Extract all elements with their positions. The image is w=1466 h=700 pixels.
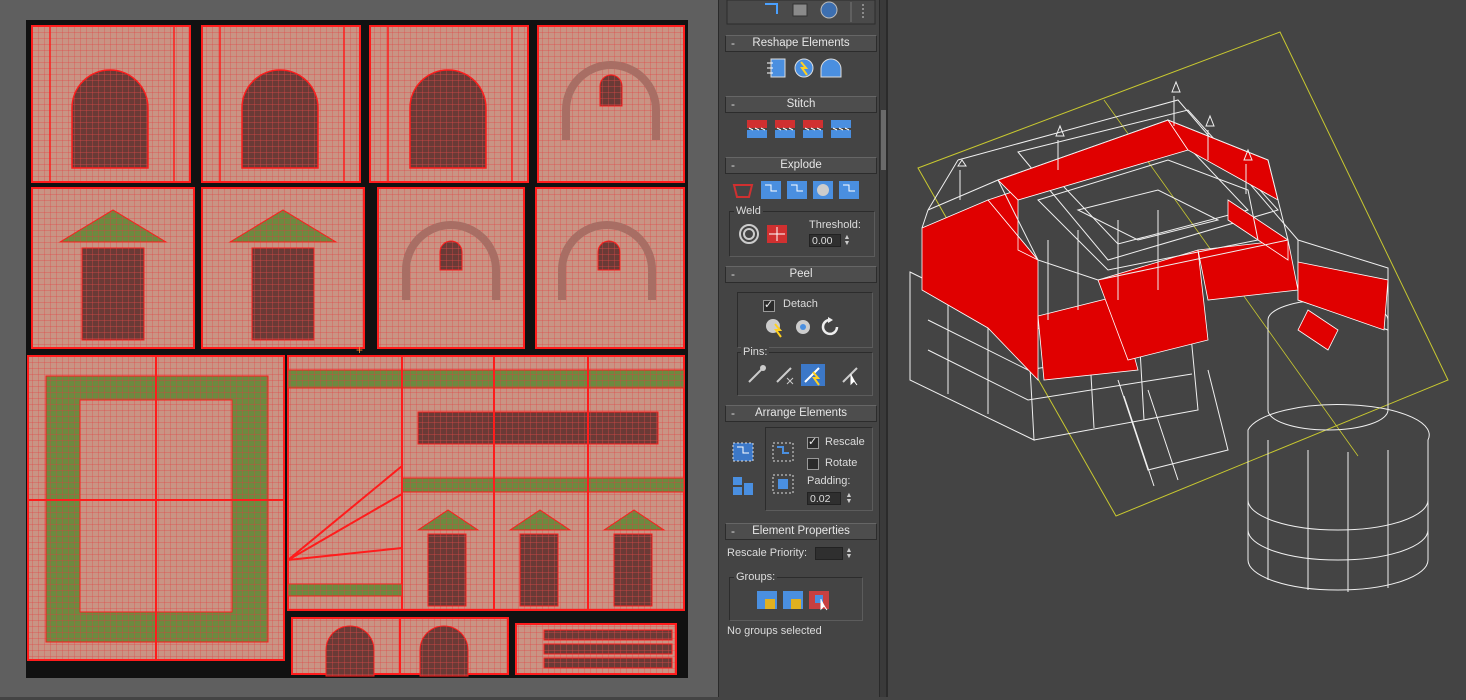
break-icon[interactable] xyxy=(731,179,755,201)
explode-flatten-icon[interactable] xyxy=(837,179,861,201)
reshape-straighten-icon[interactable] xyxy=(765,57,789,79)
pack-together-icon[interactable] xyxy=(731,475,755,497)
rollout-header-element-properties[interactable]: - Element Properties xyxy=(725,523,877,540)
rescale-checkbox[interactable] xyxy=(807,435,819,449)
stitch-average-icon[interactable] xyxy=(773,118,797,140)
rollout-title: Explode xyxy=(780,159,822,171)
rescale-priority-spinner[interactable] xyxy=(815,547,843,560)
stitch-to-source-icon[interactable] xyxy=(745,118,769,140)
pack-normalize-icon[interactable] xyxy=(731,441,755,463)
threshold-spinner-arrows[interactable]: ▲ ▼ xyxy=(843,234,851,248)
uv-tile-window-1[interactable] xyxy=(537,25,685,183)
rollout-header-explode[interactable]: - Explode xyxy=(725,157,877,174)
auto-pin-icon[interactable] xyxy=(801,364,825,386)
rescale-priority-spinner-arrows[interactable]: ▲ ▼ xyxy=(845,547,853,561)
building-wireframe[interactable] xyxy=(888,0,1466,697)
reset-peel-icon[interactable] xyxy=(819,316,843,338)
uv-tile-window-2[interactable] xyxy=(377,187,525,349)
rollout-title: Stitch xyxy=(786,98,816,110)
padding-spinner[interactable]: 0.02 xyxy=(807,492,841,505)
uv-editor-border xyxy=(688,20,718,678)
pack-custom-icon[interactable] xyxy=(771,441,795,463)
uv-tile-floor[interactable] xyxy=(27,355,285,661)
peel-mode-icon[interactable] xyxy=(791,316,815,338)
groups-status-text: No groups selected xyxy=(727,625,822,637)
rollout-peel: -Peel Detach Pins: xyxy=(725,266,877,396)
rollout-arrange: -Arrange Elements Rescale Rotate Padding… xyxy=(725,405,877,511)
rollout-title: Arrange Elements xyxy=(754,407,848,419)
pins-label: Pins: xyxy=(741,346,770,358)
rollout-header-stitch[interactable]: - Stitch xyxy=(725,96,877,113)
weld-selected-icon[interactable] xyxy=(737,223,761,245)
reshape-relax-icon[interactable] xyxy=(792,57,816,79)
weld-label: Weld xyxy=(734,205,763,217)
select-pins-icon[interactable] xyxy=(839,364,863,386)
top-toolbar-icons[interactable] xyxy=(725,0,877,26)
uv-tile-railing-strip[interactable] xyxy=(515,623,677,675)
weld-target-icon[interactable] xyxy=(765,223,789,245)
pin-icon[interactable] xyxy=(745,364,769,386)
uv-tile-pediment-2[interactable] xyxy=(201,187,365,349)
uv-tools-panel: - Reshape Elements - Stitch - Explode Weld … xyxy=(718,0,887,697)
rollout-header-arrange[interactable]: - Arrange Elements xyxy=(725,405,877,422)
rollout-stitch: - Stitch xyxy=(725,96,877,138)
rescale-priority-label: Rescale Priority: xyxy=(727,547,808,559)
ungroup-selected-icon[interactable] xyxy=(781,589,805,611)
padding-spinner-arrows[interactable]: ▲ ▼ xyxy=(845,492,853,506)
rotate-checkbox[interactable] xyxy=(807,458,819,470)
pivot-marker-icon: + xyxy=(356,343,363,357)
pack-recenter-icon[interactable] xyxy=(771,473,795,495)
uv-tile-pediment-1[interactable] xyxy=(31,187,195,349)
3d-viewport[interactable] xyxy=(886,0,1466,697)
rescale-label: Rescale xyxy=(825,436,865,448)
detach-label: Detach xyxy=(783,298,818,310)
rollout-title: Peel xyxy=(789,268,813,280)
rollout-reshape-elements: - Reshape Elements xyxy=(725,35,877,78)
padding-label: Padding: xyxy=(807,475,851,487)
uv-texture-canvas[interactable]: + xyxy=(26,20,688,678)
rollout-title: Element Properties xyxy=(752,525,850,537)
rollout-title: Reshape Elements xyxy=(752,37,850,49)
unpin-icon[interactable] xyxy=(773,364,797,386)
group-selected-icon[interactable] xyxy=(755,589,779,611)
quick-peel-icon[interactable] xyxy=(763,316,787,338)
uv-tile-window-3[interactable] xyxy=(535,187,685,349)
uv-tile-facade[interactable] xyxy=(287,355,685,611)
uv-tile-arch-strip[interactable] xyxy=(291,617,509,677)
explode-sphere-icon[interactable] xyxy=(811,179,835,201)
reshape-circle-icon[interactable] xyxy=(819,57,843,79)
stitch-to-target-icon[interactable] xyxy=(801,118,825,140)
rotate-label: Rotate xyxy=(825,457,858,469)
threshold-spinner[interactable]: 0.00 xyxy=(809,234,841,247)
detach-checkbox[interactable] xyxy=(763,298,775,312)
uv-editor-viewport[interactable]: + xyxy=(0,0,718,697)
threshold-label: Threshold: xyxy=(809,219,861,231)
explode-by-smoothing-icon[interactable] xyxy=(759,179,783,201)
uv-tile-arch-3[interactable] xyxy=(369,25,529,183)
explode-by-material-icon[interactable] xyxy=(785,179,809,201)
rollout-header-reshape[interactable]: - Reshape Elements xyxy=(725,35,877,52)
groups-label: Groups: xyxy=(734,571,778,583)
uv-tile-arch-2[interactable] xyxy=(201,25,361,183)
selected-face xyxy=(921,199,1039,381)
select-group-icon[interactable] xyxy=(807,589,831,611)
rollout-header-peel[interactable]: - Peel xyxy=(725,266,877,283)
rollout-explode: - Explode Weld Threshold: 0.00 ▲ ▼ xyxy=(725,157,877,257)
rollout-element-properties: - Element Properties Rescale Priority: ▲ ▼… xyxy=(725,523,877,637)
stitch-custom-icon[interactable] xyxy=(829,118,853,140)
uv-tile-arch-1[interactable] xyxy=(31,25,191,183)
